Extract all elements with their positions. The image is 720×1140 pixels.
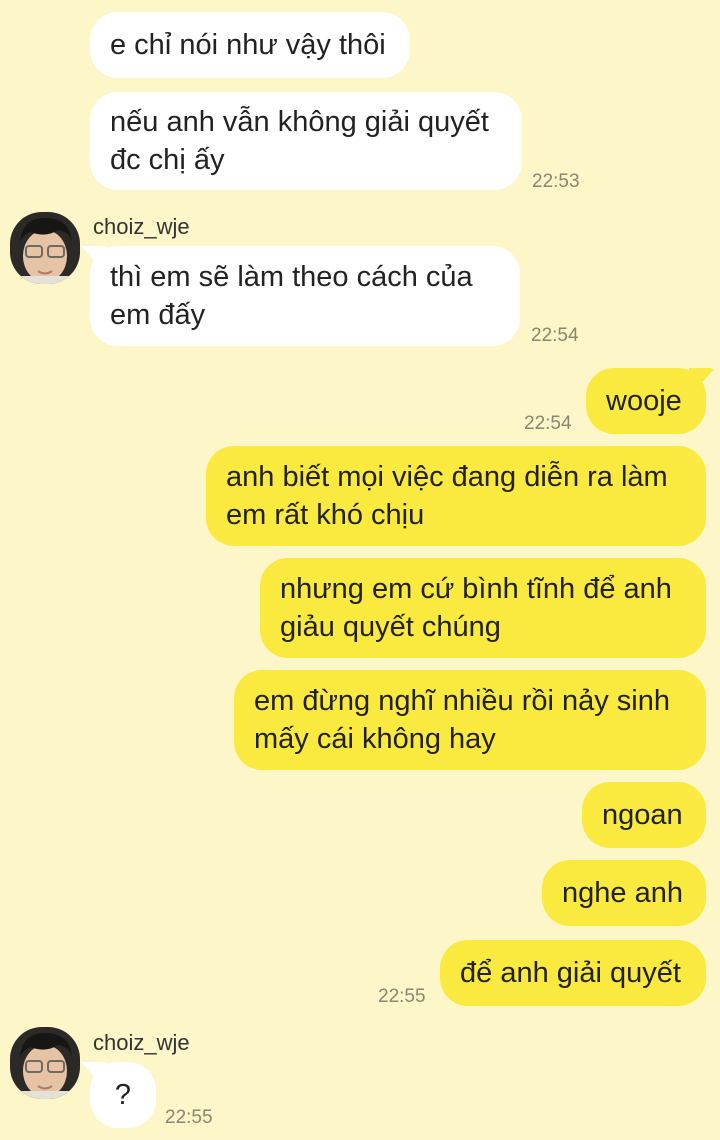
message-bubble-outgoing[interactable]: anh biết mọi việc đang diễn ra làm em rấ… (206, 446, 706, 546)
message-text: ngoan (602, 799, 683, 831)
message-bubble-outgoing[interactable]: em đừng nghĩ nhiều rồi nảy sinh mấy cái … (234, 670, 706, 770)
message-bubble-incoming[interactable]: e chỉ nói như vậy thôi (90, 12, 410, 78)
message-text: wooje (606, 385, 682, 417)
message-text: anh biết mọi việc đang diễn ra làm em rấ… (226, 461, 668, 531)
message-timestamp: 22:53 (532, 171, 580, 192)
contact-avatar[interactable] (10, 212, 80, 284)
message-text: ? (114, 1079, 132, 1111)
message-bubble-outgoing[interactable]: ngoan (582, 782, 706, 848)
message-text: để anh giải quyết (460, 957, 681, 989)
message-bubble-outgoing[interactable]: nhưng em cứ bình tĩnh để anh giảu quyết … (260, 558, 706, 658)
chat-thread[interactable]: e chỉ nói như vậy thôi nếu anh vẫn không… (0, 0, 720, 1140)
message-text: nghe anh (562, 877, 683, 909)
message-text: e chỉ nói như vậy thôi (110, 29, 386, 61)
message-timestamp: 22:54 (531, 325, 579, 346)
message-text: nếu anh vẫn không giải quyết đc chị ấy (110, 106, 489, 176)
message-bubble-incoming[interactable]: nếu anh vẫn không giải quyết đc chị ấy (90, 92, 522, 190)
message-text: thì em sẽ làm theo cách của em đấy (110, 261, 473, 331)
message-timestamp: 22:55 (165, 1107, 213, 1128)
message-timestamp: 22:54 (524, 413, 572, 434)
sender-name: choiz_wje (93, 1030, 190, 1055)
message-bubble-outgoing[interactable]: wooje (586, 368, 706, 434)
message-timestamp: 22:55 (378, 986, 426, 1007)
sender-name: choiz_wje (93, 214, 190, 239)
message-text: em đừng nghĩ nhiều rồi nảy sinh mấy cái … (254, 685, 671, 755)
message-bubble-outgoing[interactable]: để anh giải quyết (440, 940, 706, 1006)
message-bubble-incoming[interactable]: ? (90, 1062, 156, 1128)
message-bubble-incoming[interactable]: thì em sẽ làm theo cách của em đấy (90, 246, 520, 346)
contact-avatar[interactable] (10, 1027, 80, 1099)
profile-photo-avatar-icon (10, 212, 80, 284)
message-text: nhưng em cứ bình tĩnh để anh giảu quyết … (280, 573, 672, 643)
message-bubble-outgoing[interactable]: nghe anh (542, 860, 706, 926)
profile-photo-avatar-icon (10, 1027, 80, 1099)
